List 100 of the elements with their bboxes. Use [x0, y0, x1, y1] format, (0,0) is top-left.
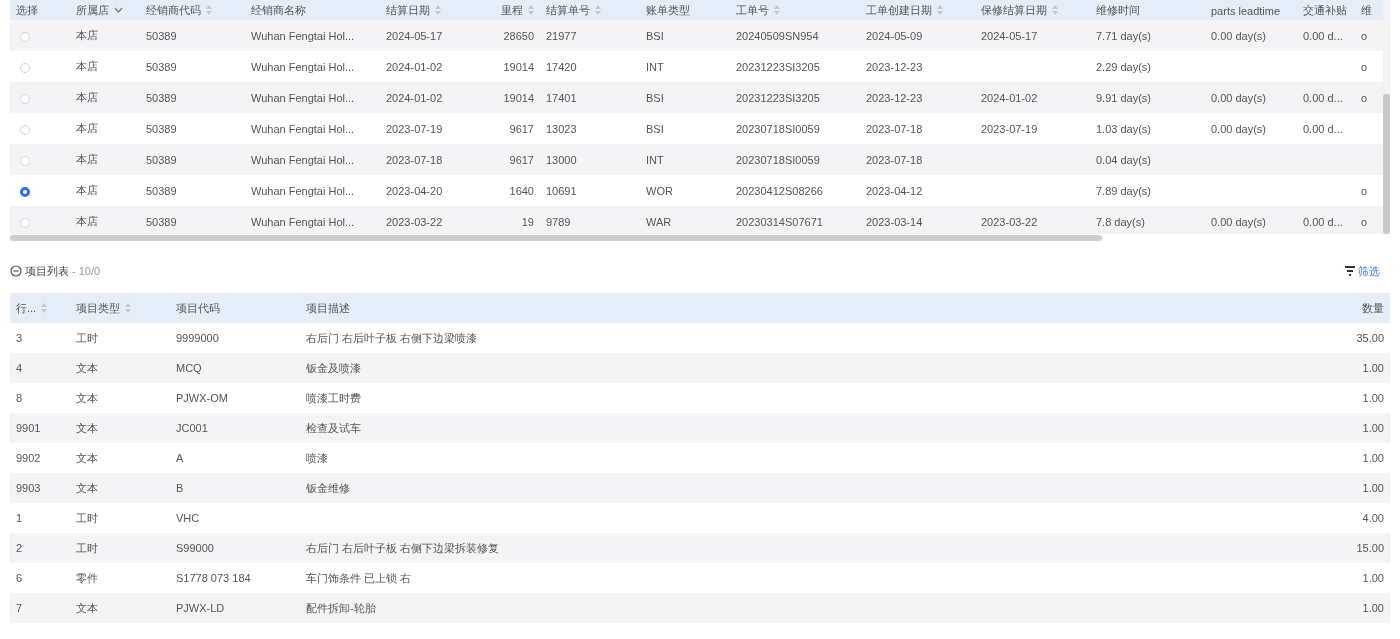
table-cell: 2023-03-22: [386, 215, 443, 228]
table-cell: 0.00 day(s): [1211, 91, 1267, 104]
table-cell: 本店: [76, 214, 98, 229]
sort-icon: [595, 5, 601, 15]
radio-button[interactable]: [20, 186, 30, 197]
table-cell: 1.00: [1362, 572, 1384, 584]
table-cell: 2023-03-14: [866, 215, 923, 228]
column-header: 交通补贴: [1303, 2, 1347, 18]
table-cell: 2.29 day(s): [1096, 60, 1152, 73]
table-cell: 2023-07-18: [866, 153, 923, 166]
table-cell: 20240509SN954: [736, 29, 819, 42]
table-cell: INT: [646, 153, 664, 166]
table-cell: 本店: [76, 59, 98, 74]
table-cell: 9901: [16, 422, 41, 434]
table-cell: 3: [16, 332, 23, 344]
table-cell: 0.04 day(s): [1096, 153, 1152, 166]
column-header: 选择: [16, 2, 38, 18]
table-cell: Wuhan Fengtai Hol...: [251, 91, 355, 104]
table-cell: 20230412S08266: [736, 184, 823, 197]
scrollbar[interactable]: [1383, 0, 1390, 234]
table-cell: 零件: [76, 570, 98, 586]
sort-icon: [528, 5, 534, 15]
table-cell: 20230314S07671: [736, 215, 823, 228]
table-cell: 工时: [76, 510, 98, 526]
table-cell: 8: [16, 392, 23, 404]
table-cell: 文本: [76, 360, 98, 376]
table-cell: 9902: [16, 452, 41, 464]
table-cell: 文本: [76, 480, 98, 496]
table-cell: 20230718SI0059: [736, 153, 820, 166]
table-cell: 0.00 d...: [1303, 29, 1343, 42]
table-cell: 0.00 day(s): [1211, 29, 1267, 42]
filter-link[interactable]: 筛选: [1345, 263, 1380, 279]
table-cell: WOR: [646, 184, 673, 197]
column-header: parts leadtime: [1211, 4, 1281, 17]
table-cell: 19014: [503, 60, 534, 73]
table-cell: 13000: [546, 153, 577, 166]
table-cell: 9789: [546, 215, 571, 228]
table-cell: PJWX-LD: [176, 602, 225, 614]
column-header: 项目代码: [176, 300, 220, 316]
column-header: 工单号: [736, 2, 769, 18]
table-cell: 21977: [546, 29, 577, 42]
table-cell: 2024-01-02: [386, 60, 443, 73]
table-cell: 2023-07-19: [981, 122, 1038, 135]
table-cell: 0.00 d...: [1303, 215, 1343, 228]
table-cell: 工时: [76, 540, 98, 556]
table-cell: 17401: [546, 91, 577, 104]
table-cell: 2024-05-17: [386, 29, 443, 42]
sort-icon: [937, 5, 943, 15]
table-cell: o: [1361, 60, 1368, 73]
scrollbar[interactable]: [10, 235, 1102, 241]
table-cell: Wuhan Fengtai Hol...: [251, 215, 355, 228]
column-header: 结算日期: [386, 2, 430, 18]
sort-icon: [435, 5, 441, 15]
table-cell: 17420: [546, 60, 577, 73]
table-cell: 钣金维修: [306, 480, 350, 496]
table-cell: 2024-05-17: [981, 29, 1038, 42]
table-cell: 9617: [509, 153, 534, 166]
table-cell: 2: [16, 542, 23, 554]
table-cell: BSI: [646, 29, 664, 42]
table-cell: A: [176, 452, 184, 464]
table-cell: 10691: [546, 184, 577, 197]
column-header: 数量: [1362, 300, 1384, 316]
table-cell: 1.00: [1362, 422, 1384, 434]
table-cell: 2023-03-22: [981, 215, 1038, 228]
column-header: 里程: [501, 2, 523, 18]
table-cell: 本店: [76, 183, 98, 198]
table-cell: S1778 073 184: [176, 572, 251, 584]
sort-icon: [774, 5, 780, 15]
table-cell: 13023: [546, 122, 577, 135]
table-cell: 检查及试车: [306, 420, 361, 436]
table-cell: 喷漆: [306, 450, 328, 466]
table-cell: 工时: [76, 330, 98, 346]
table-cell: o: [1361, 184, 1368, 197]
table-cell: 2023-04-20: [386, 184, 443, 197]
table-cell: 0.00 d...: [1303, 91, 1343, 104]
table-cell: 9.91 day(s): [1096, 91, 1152, 104]
table-cell: 2023-07-19: [386, 122, 443, 135]
column-header: 项目类型: [76, 300, 120, 316]
table-cell: 28650: [503, 29, 534, 42]
table-cell: 2024-01-02: [386, 91, 443, 104]
table-cell: 文本: [76, 390, 98, 406]
table-cell: 20231223SI3205: [736, 91, 820, 104]
table-cell: 1.03 day(s): [1096, 122, 1152, 135]
caret-icon: [114, 7, 123, 13]
table-cell: 19014: [503, 91, 534, 104]
table-cell: Wuhan Fengtai Hol...: [251, 184, 355, 197]
table-cell: Wuhan Fengtai Hol...: [251, 153, 355, 166]
table-cell: 1.00: [1362, 482, 1384, 494]
table-cell: 1.00: [1362, 602, 1384, 614]
section-title: 项目列表: [25, 263, 69, 279]
table-cell: 本店: [76, 121, 98, 136]
filter-icon: [1345, 266, 1355, 276]
table-cell: 2024-01-02: [981, 91, 1038, 104]
table-cell: 1.00: [1362, 392, 1384, 404]
table-cell: 本店: [76, 28, 98, 43]
table-cell: 4.00: [1362, 512, 1384, 524]
table-cell: B: [176, 482, 184, 494]
minus-circle-icon: [10, 265, 22, 277]
table-cell: 0.00 day(s): [1211, 215, 1267, 228]
table-cell: 7.71 day(s): [1096, 29, 1152, 42]
